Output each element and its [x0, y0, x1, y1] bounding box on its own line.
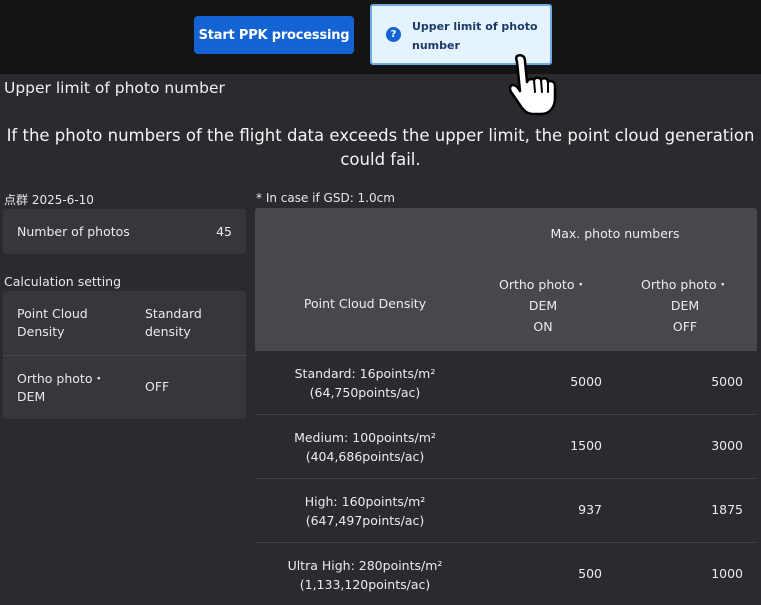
max-off-value: 5000 [711, 374, 743, 389]
upper-limit-label: Upper limit of photo number [412, 20, 538, 52]
table-header: Max. photo numbers Point Cloud Density O… [255, 208, 757, 351]
max-off-value: 3000 [711, 438, 743, 453]
density-line: (64,750points/ac) [309, 385, 421, 400]
density-line: Medium: 100points/m² [294, 430, 436, 445]
hand-pointer-icon [508, 53, 557, 116]
table-row: Medium: 100points/m² (404,686points/ac) … [255, 415, 757, 479]
photo-count-card: Number of photos 45 [3, 209, 246, 254]
calc-row: Ortho photo・DEM OFF [3, 355, 246, 419]
top-toolbar: Start PPK processing ? Upper limit of ph… [0, 0, 761, 74]
calc-row: Point Cloud Density Standard density [3, 291, 246, 355]
max-off-value: 1000 [711, 566, 743, 581]
header-line: Ortho photo・ [641, 277, 729, 292]
photo-count-label: Number of photos [17, 224, 130, 239]
question-circle-icon: ? [386, 27, 401, 42]
max-photo-table: Max. photo numbers Point Cloud Density O… [255, 208, 757, 605]
header-point-cloud-density: Point Cloud Density [303, 296, 427, 311]
max-on-value: 1500 [570, 438, 602, 453]
density-line: High: 160points/m² [304, 494, 426, 509]
table-row: Standard: 16points/m² (64,750points/ac) … [255, 351, 757, 415]
warning-text: If the photo numbers of the flight data … [6, 126, 755, 169]
density-label: Standard: 16points/m² (64,750points/ac) [255, 364, 475, 402]
photo-count-value: 45 [216, 224, 232, 239]
density-label: Medium: 100points/m² (404,686points/ac) [255, 428, 475, 466]
gsd-note: * In case if GSD: 1.0cm [256, 191, 395, 205]
max-on-value: 500 [578, 566, 602, 581]
calc-row-value: OFF [145, 379, 170, 394]
header-ortho-on: Ortho photo・ DEM ON [473, 274, 613, 337]
max-off-value: 1875 [711, 502, 743, 517]
table-row: Ultra High: 280points/m² (1,133,120point… [255, 543, 757, 605]
calc-row-key: Point Cloud Density [17, 306, 88, 339]
header-line: Ortho photo・ [499, 277, 587, 292]
density-line: (647,497points/ac) [305, 513, 425, 528]
table-row: High: 160points/m² (647,497points/ac) 93… [255, 479, 757, 543]
header-line: DEM [528, 298, 558, 313]
dataset-date-label: 点群 2025-6-10 [4, 193, 94, 207]
density-line: Standard: 16points/m² [294, 366, 436, 381]
header-line: OFF [672, 319, 698, 334]
header-line: ON [533, 319, 553, 334]
density-label: Ultra High: 280points/m² (1,133,120point… [255, 556, 475, 594]
header-ortho-off: Ortho photo・ DEM OFF [615, 274, 755, 337]
max-on-value: 5000 [570, 374, 602, 389]
density-line: Ultra High: 280points/m² [287, 558, 443, 573]
density-line: (1,133,120points/ac) [299, 577, 431, 592]
header-max-photo-numbers: Max. photo numbers [550, 226, 680, 241]
header-line: DEM [670, 298, 700, 313]
section-title: Upper limit of photo number [4, 79, 225, 97]
calculation-setting-card: Point Cloud Density Standard density Ort… [3, 291, 246, 419]
calc-row-value: Standard density [145, 306, 202, 339]
density-line: (404,686points/ac) [305, 449, 425, 464]
calc-row-key: Ortho photo・DEM [17, 371, 105, 404]
start-ppk-processing-button[interactable]: Start PPK processing [194, 16, 354, 54]
density-label: High: 160points/m² (647,497points/ac) [255, 492, 475, 530]
calculation-setting-title: Calculation setting [4, 274, 122, 289]
max-on-value: 937 [578, 502, 602, 517]
